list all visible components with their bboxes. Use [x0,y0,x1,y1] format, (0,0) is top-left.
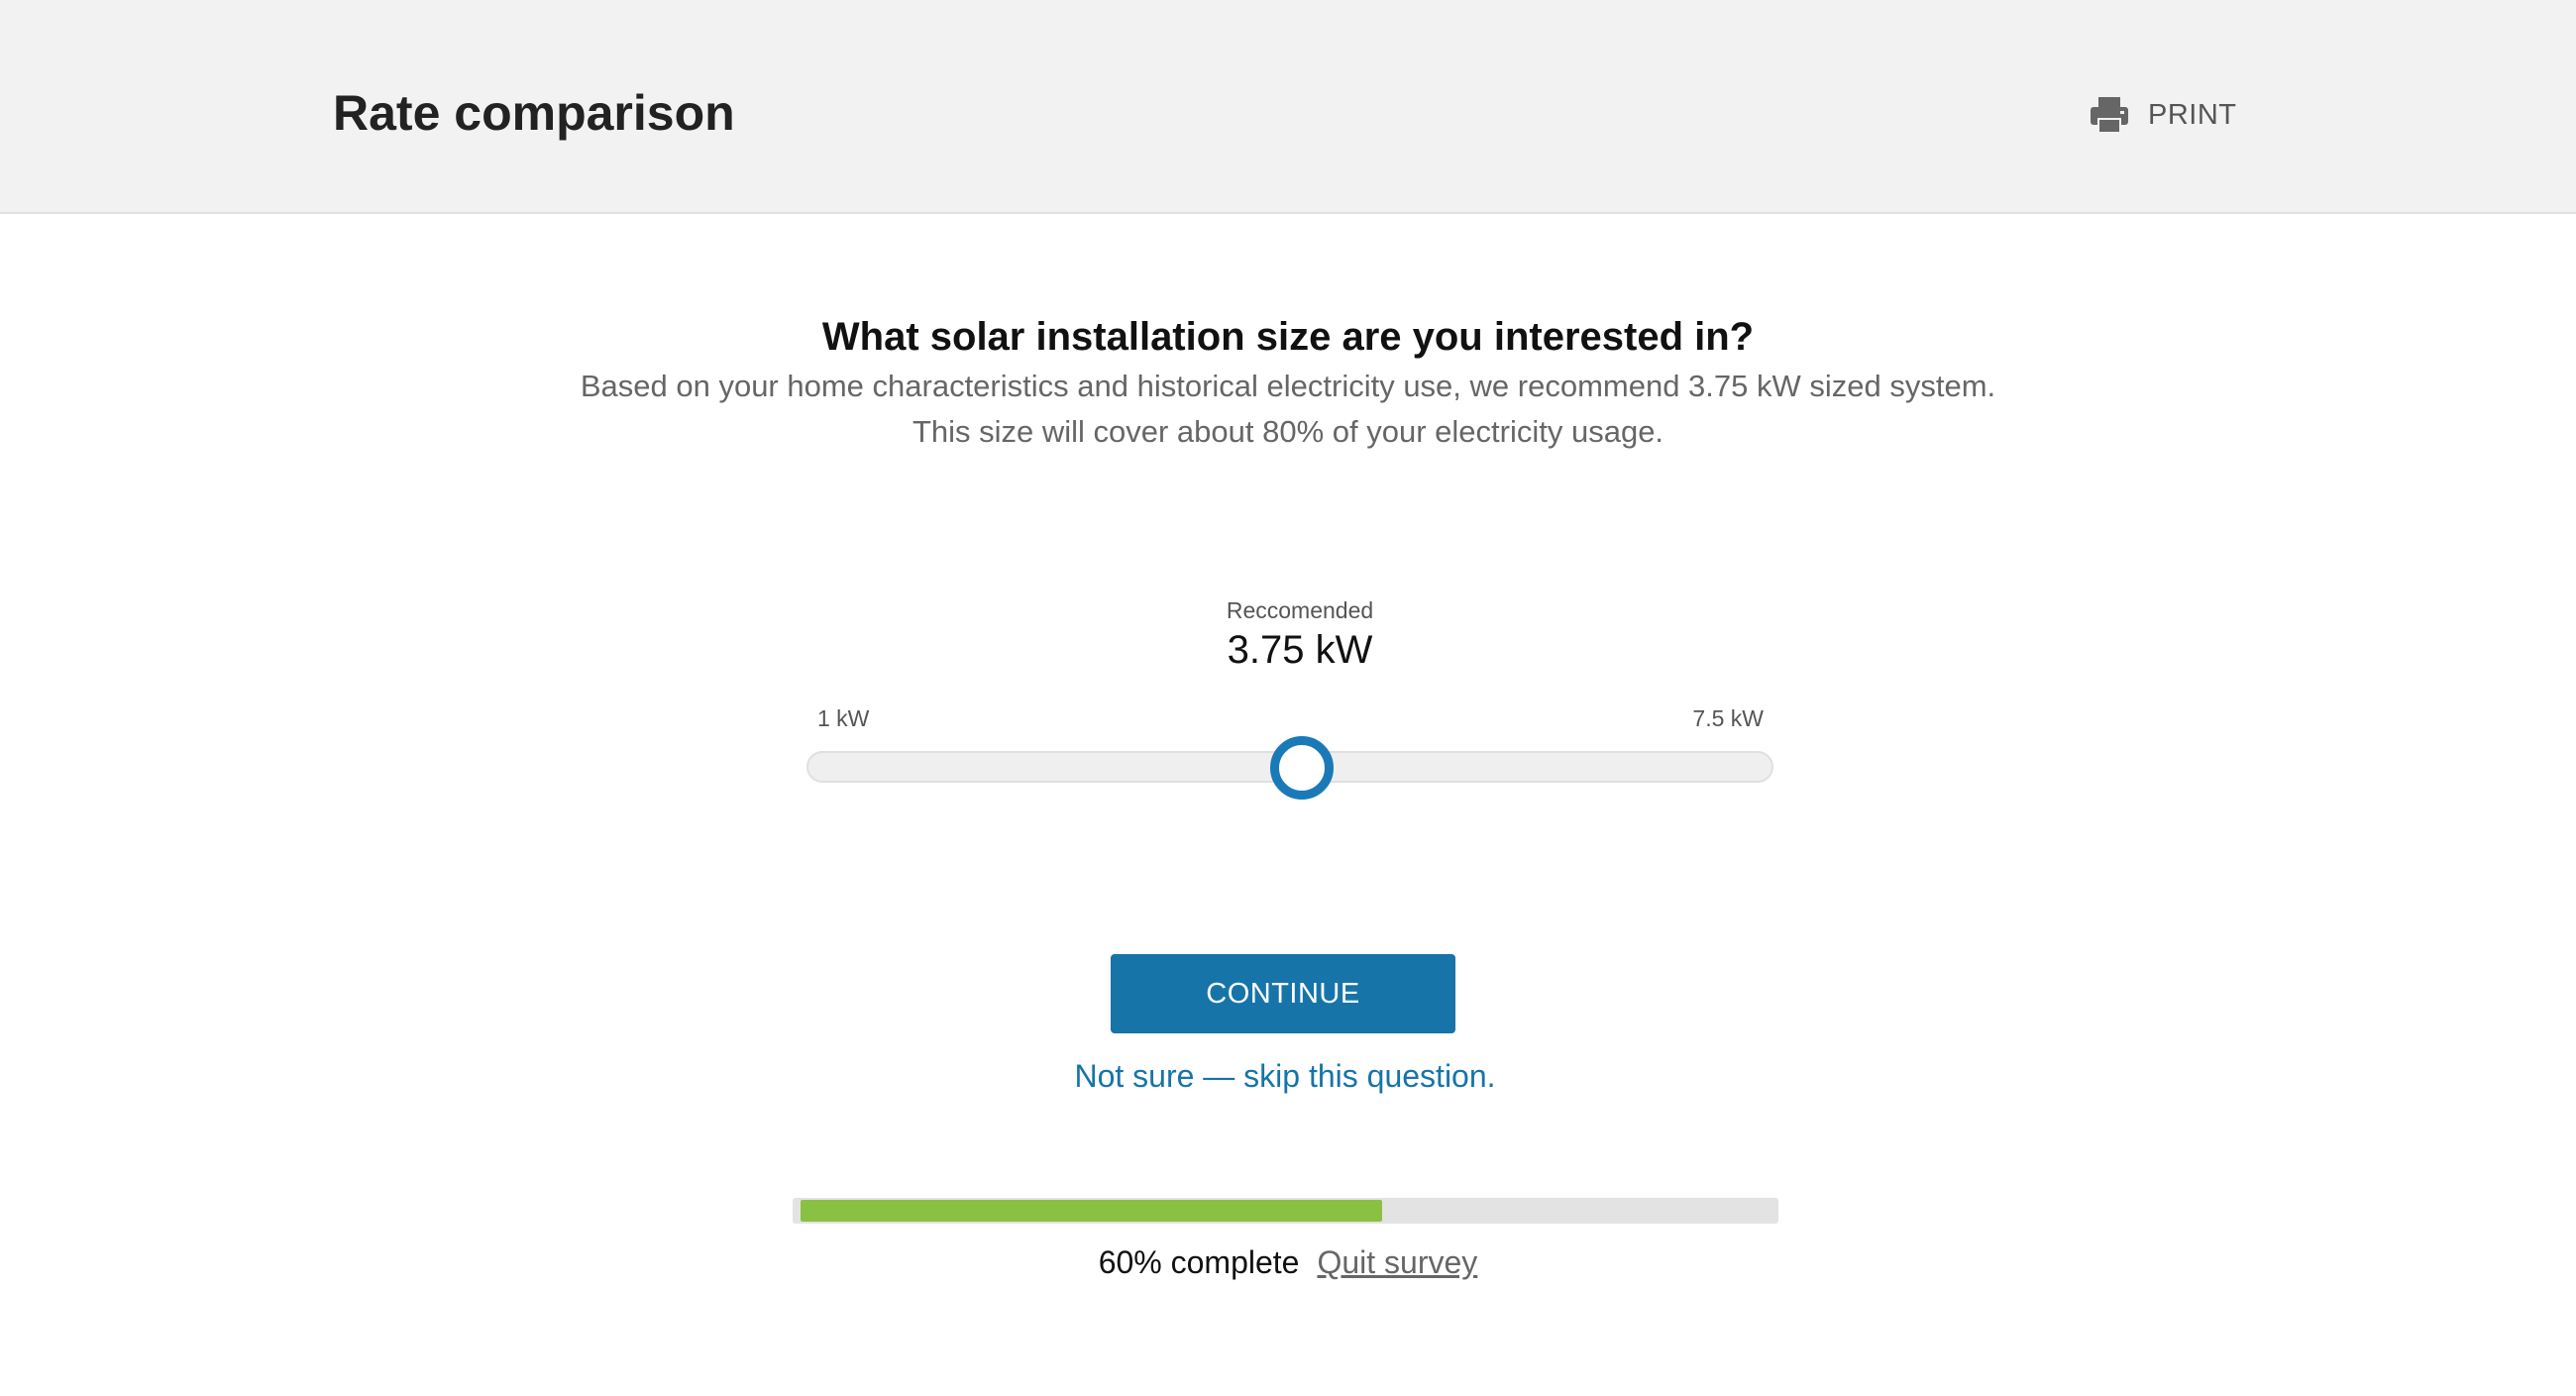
print-label: PRINT [2148,98,2237,131]
progress-text: 60% complete [1098,1244,1300,1280]
slider-max-label: 7.5 kW [1692,705,1764,731]
print-button[interactable]: PRINT [2089,91,2237,139]
question-title: What solar installation size are you int… [821,315,1755,359]
page-title: Rate comparison [333,85,735,141]
survey-progress-bar [793,1198,1778,1224]
quit-survey-link[interactable]: Quit survey [1317,1244,1477,1280]
header-bar: Rate comparison PRINT [0,0,2576,214]
continue-button[interactable]: CONTINUE [1111,954,1455,1033]
printer-icon [2089,95,2130,135]
survey-progress-fill [801,1200,1382,1222]
question-description-line2: This size will cover about 80% of your e… [912,414,1664,449]
size-slider-thumb[interactable] [1270,736,1334,800]
skip-question-link[interactable]: Not sure — skip this question. [0,1058,2570,1095]
question-description-line1: Based on your home characteristics and h… [580,369,1996,403]
recommended-label: Reccomended [1226,597,1374,623]
progress-status: 60% complete Quit survey [0,1244,2576,1281]
slider-min-label: 1 kW [817,705,870,731]
recommended-value: 3.75 kW [1227,628,1373,672]
